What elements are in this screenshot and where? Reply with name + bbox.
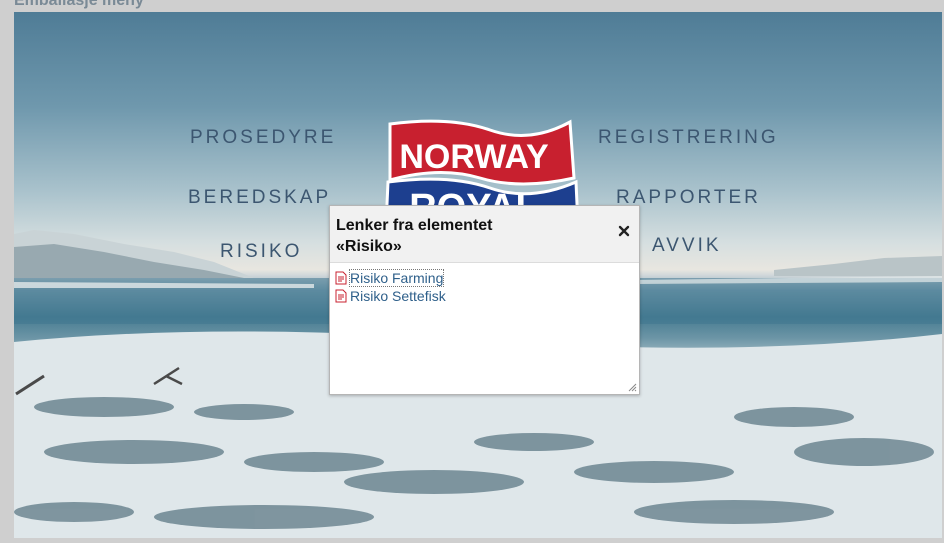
logo-line1: NORWAY: [399, 138, 549, 176]
link-risiko-settefisk[interactable]: Risiko Settefisk: [335, 287, 639, 305]
dialog-title: Lenker fra elementet «Risiko»: [336, 215, 605, 257]
link-label[interactable]: Risiko Farming: [348, 269, 445, 287]
links-dialog: Lenker fra elementet «Risiko» Risiko Far…: [329, 205, 640, 395]
pdf-document-icon: [335, 289, 347, 303]
page-heading: Emballasje meny: [14, 0, 144, 9]
menu-link-beredskap[interactable]: BEREDSKAP: [188, 187, 331, 209]
menu-link-registrering[interactable]: REGISTRERING: [598, 127, 779, 149]
close-icon[interactable]: [617, 224, 631, 238]
menu-link-risiko[interactable]: RISIKO: [220, 241, 302, 263]
dialog-title-line1: Lenker fra elementet: [336, 217, 493, 234]
link-label[interactable]: Risiko Settefisk: [350, 288, 446, 304]
dialog-header[interactable]: Lenker fra elementet «Risiko»: [330, 206, 639, 263]
pdf-document-icon: [335, 271, 347, 285]
dialog-title-line2: «Risiko»: [336, 238, 402, 255]
resize-grip-icon[interactable]: [627, 382, 637, 392]
link-risiko-farming[interactable]: Risiko Farming: [335, 269, 639, 287]
menu-link-avvik[interactable]: AVVIK: [652, 235, 722, 257]
menu-link-prosedyre[interactable]: PROSEDYRE: [190, 127, 336, 149]
page: Emballasje meny NORWAY PROSEDYRE REGISTR…: [0, 0, 944, 543]
link-list: Risiko Farming Risiko Settefisk: [330, 263, 639, 305]
